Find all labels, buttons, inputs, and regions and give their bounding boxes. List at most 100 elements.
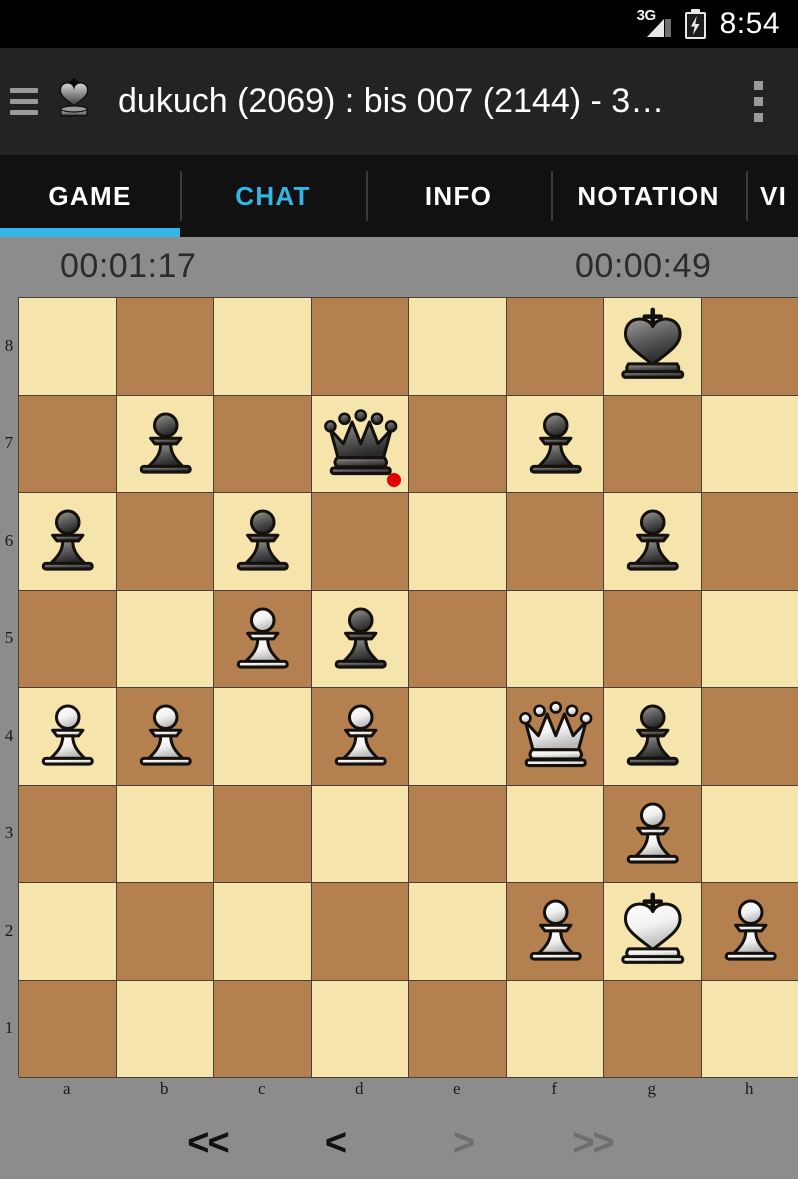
board-square-b3[interactable]	[116, 785, 214, 883]
board-square-e8[interactable]	[409, 298, 507, 396]
chess-board-area: 8 7 6 5 4 3 2 1 a b c d e f g h	[0, 295, 798, 1107]
file-label-b: b	[160, 1079, 169, 1098]
board-square-f5[interactable]	[506, 590, 604, 688]
board-square-f4[interactable]	[506, 688, 604, 786]
rank-label-7: 7	[4, 433, 14, 453]
board-square-d4[interactable]	[311, 688, 409, 786]
move-navigation-bar: << < > >>	[0, 1107, 798, 1179]
board-square-c5[interactable]	[214, 590, 312, 688]
board-square-d5[interactable]	[311, 590, 409, 688]
board-square-g3[interactable]	[604, 785, 702, 883]
next-move-button: >	[452, 1121, 475, 1164]
file-labels: a b c d e f g h	[18, 1079, 798, 1105]
board-square-h1[interactable]	[701, 980, 798, 1078]
hamburger-icon[interactable]	[4, 82, 44, 122]
board-square-d3[interactable]	[311, 785, 409, 883]
board-square-c6[interactable]	[214, 493, 312, 591]
board-square-f1[interactable]	[506, 980, 604, 1078]
board-square-g8[interactable]	[604, 298, 702, 396]
board-square-c2[interactable]	[214, 883, 312, 981]
board-square-f8[interactable]	[506, 298, 604, 396]
board-square-h4[interactable]	[701, 688, 798, 786]
board-square-b5[interactable]	[116, 590, 214, 688]
board-square-a3[interactable]	[19, 785, 117, 883]
board-square-h6[interactable]	[701, 493, 798, 591]
board-square-d8[interactable]	[311, 298, 409, 396]
board-square-d6[interactable]	[311, 493, 409, 591]
previous-move-button[interactable]: <	[280, 1107, 390, 1179]
board-square-f6[interactable]	[506, 493, 604, 591]
board-square-f2[interactable]	[506, 883, 604, 981]
board-square-e7[interactable]	[409, 395, 507, 493]
page-title: dukuch (2069) : bis 007 (2144) - 3…	[118, 82, 665, 120]
tab-label: CHAT	[235, 180, 311, 211]
board-square-e5[interactable]	[409, 590, 507, 688]
board-square-g1[interactable]	[604, 980, 702, 1078]
board-square-a5[interactable]	[19, 590, 117, 688]
board-square-g7[interactable]	[604, 395, 702, 493]
board-square-a1[interactable]	[19, 980, 117, 1078]
board-square-e4[interactable]	[409, 688, 507, 786]
chess-board[interactable]	[18, 297, 798, 1078]
board-square-d2[interactable]	[311, 883, 409, 981]
rank-label-1: 1	[4, 1018, 14, 1038]
board-square-a4[interactable]	[19, 688, 117, 786]
board-square-g4[interactable]	[604, 688, 702, 786]
white-clock: 00:01:17	[60, 246, 197, 285]
board-square-e3[interactable]	[409, 785, 507, 883]
board-square-e6[interactable]	[409, 493, 507, 591]
tab-label: NOTATION	[577, 180, 720, 211]
board-square-e2[interactable]	[409, 883, 507, 981]
rank-label-5: 5	[4, 628, 14, 648]
board-square-d1[interactable]	[311, 980, 409, 1078]
board-square-b2[interactable]	[116, 883, 214, 981]
tab-video[interactable]: VI	[746, 155, 798, 237]
board-square-a7[interactable]	[19, 395, 117, 493]
clock-row: 00:01:17 00:00:49	[0, 237, 798, 295]
file-label-f: f	[551, 1079, 558, 1098]
board-square-c1[interactable]	[214, 980, 312, 1078]
board-square-b8[interactable]	[116, 298, 214, 396]
file-label-g: g	[647, 1079, 657, 1098]
tab-notation[interactable]: NOTATION	[551, 155, 746, 237]
first-move-button[interactable]: <<	[150, 1107, 265, 1179]
board-square-f3[interactable]	[506, 785, 604, 883]
board-square-c7[interactable]	[214, 395, 312, 493]
rank-label-6: 6	[4, 530, 14, 550]
board-square-b6[interactable]	[116, 493, 214, 591]
board-square-c4[interactable]	[214, 688, 312, 786]
board-square-c3[interactable]	[214, 785, 312, 883]
board-square-h8[interactable]	[701, 298, 798, 396]
board-square-g5[interactable]	[604, 590, 702, 688]
tab-game[interactable]: GAME	[0, 155, 180, 237]
signal-triangle	[646, 19, 664, 37]
overflow-menu-icon[interactable]	[732, 81, 784, 122]
file-label-e: e	[452, 1079, 461, 1098]
board-square-a2[interactable]	[19, 883, 117, 981]
tab-info[interactable]: INFO	[366, 155, 551, 237]
board-square-b4[interactable]	[116, 688, 214, 786]
board-square-h5[interactable]	[701, 590, 798, 688]
board-square-g6[interactable]	[604, 493, 702, 591]
board-square-b1[interactable]	[116, 980, 214, 1078]
board-square-h2[interactable]	[701, 883, 798, 981]
board-square-f7[interactable]	[506, 395, 604, 493]
tab-chat[interactable]: CHAT	[180, 155, 366, 237]
rank-label-3: 3	[4, 823, 14, 843]
tab-label: INFO	[424, 180, 493, 211]
board-square-g2[interactable]	[604, 883, 702, 981]
status-bar: 3G 8:54	[0, 0, 798, 48]
tab-label: VI	[760, 180, 788, 211]
board-square-a6[interactable]	[19, 493, 117, 591]
board-square-b7[interactable]	[116, 395, 214, 493]
last-move-marker	[387, 473, 401, 487]
board-square-c8[interactable]	[214, 298, 312, 396]
file-label-c: c	[257, 1079, 266, 1098]
black-king-icon[interactable]	[46, 71, 102, 133]
rank-label-4: 4	[4, 725, 14, 745]
board-square-e1[interactable]	[409, 980, 507, 1078]
board-square-h7[interactable]	[701, 395, 798, 493]
board-square-a8[interactable]	[19, 298, 117, 396]
board-square-h3[interactable]	[701, 785, 798, 883]
signal-bar	[664, 19, 671, 37]
